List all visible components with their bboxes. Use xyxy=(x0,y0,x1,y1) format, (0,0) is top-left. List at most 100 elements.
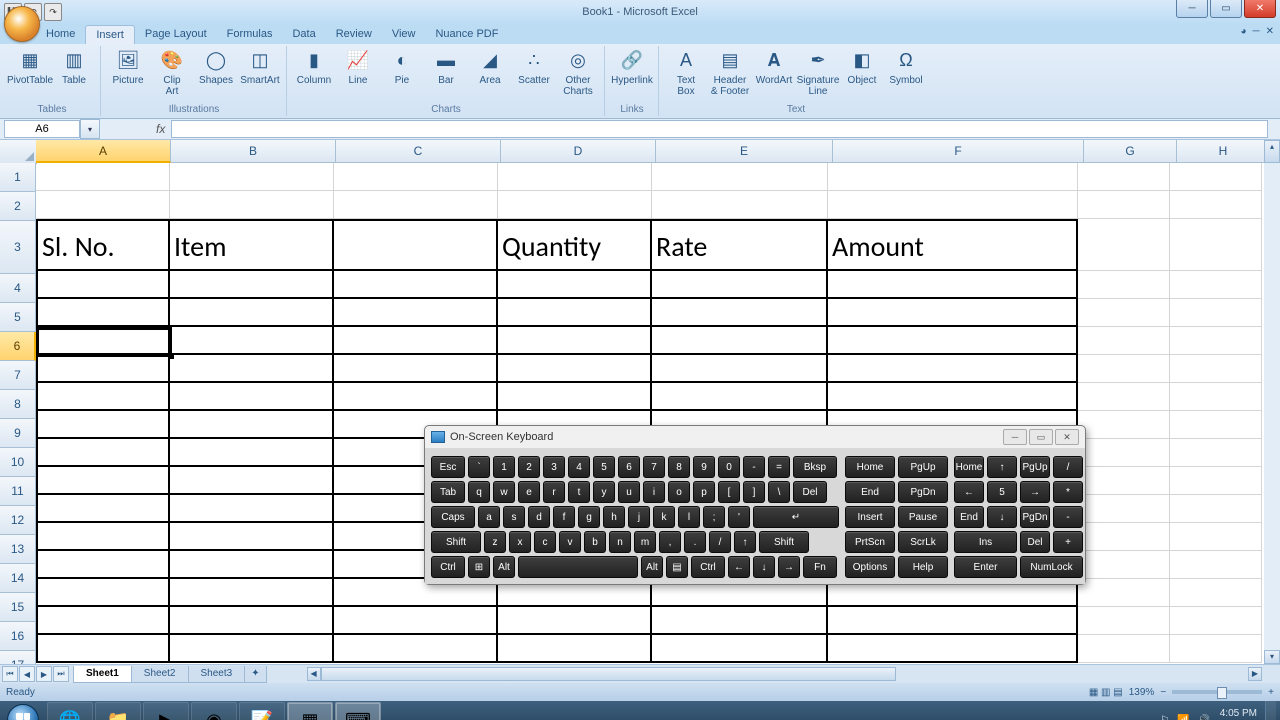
cell-B3[interactable]: Item xyxy=(170,219,334,271)
cell-A14[interactable] xyxy=(36,551,170,579)
cell-A9[interactable] xyxy=(36,411,170,439)
name-box[interactable]: A6 xyxy=(4,120,80,138)
cell-E6[interactable] xyxy=(652,327,828,355)
ribbon-symbol[interactable]: ΩSymbol xyxy=(886,48,926,86)
cell-G6[interactable] xyxy=(1078,327,1170,355)
cell-B17[interactable] xyxy=(170,635,334,663)
cell-B11[interactable] xyxy=(170,467,334,495)
cell-A8[interactable] xyxy=(36,383,170,411)
osk-key[interactable]: r xyxy=(543,481,565,503)
cell-B15[interactable] xyxy=(170,579,334,607)
sheet-nav-last[interactable]: ⏭ xyxy=(53,666,69,682)
osk-key[interactable]: 0 xyxy=(718,456,740,478)
osk-key[interactable]: 3 xyxy=(543,456,565,478)
cell-H1[interactable] xyxy=(1170,163,1262,191)
cell-E5[interactable] xyxy=(652,299,828,327)
tray-flag-icon[interactable]: ⚐ xyxy=(1160,715,1169,720)
osk-key[interactable]: i xyxy=(643,481,665,503)
osk-key[interactable]: 9 xyxy=(693,456,715,478)
cell-D5[interactable] xyxy=(498,299,652,327)
osk-key[interactable]: l xyxy=(678,506,700,528)
osk-key[interactable]: Ins xyxy=(954,531,1017,553)
ribbon-minimize-icon[interactable]: ─ xyxy=(1253,26,1260,37)
osk-key[interactable]: Alt xyxy=(493,556,515,578)
cell-B10[interactable] xyxy=(170,439,334,467)
cell-E2[interactable] xyxy=(652,191,828,219)
ribbon-bar[interactable]: ▬Bar xyxy=(426,48,466,86)
ribbon-text-box[interactable]: ATextBox xyxy=(666,48,706,97)
taskbar-app1-icon[interactable]: 📝 xyxy=(239,702,285,720)
show-desktop-button[interactable] xyxy=(1265,701,1276,720)
osk-key[interactable]: v xyxy=(559,531,581,553)
qat-redo-icon[interactable]: ↷ xyxy=(44,3,62,21)
osk-key[interactable]: d xyxy=(528,506,550,528)
osk-key[interactable]: NumLock xyxy=(1020,556,1083,578)
cell-G8[interactable] xyxy=(1078,383,1170,411)
osk-key[interactable]: Caps xyxy=(431,506,475,528)
cell-G13[interactable] xyxy=(1078,523,1170,551)
sheet-tab-sheet3[interactable]: Sheet3 xyxy=(188,666,246,683)
select-all-corner[interactable] xyxy=(0,140,37,164)
osk-key[interactable]: 2 xyxy=(518,456,540,478)
column-header-H[interactable]: H xyxy=(1177,140,1270,163)
cell-G16[interactable] xyxy=(1078,607,1170,635)
row-header-5[interactable]: 5 xyxy=(0,303,36,332)
cell-E16[interactable] xyxy=(652,607,828,635)
row-header-13[interactable]: 13 xyxy=(0,535,36,564)
cell-D4[interactable] xyxy=(498,271,652,299)
ribbon-tab-view[interactable]: View xyxy=(382,25,426,44)
cell-E8[interactable] xyxy=(652,383,828,411)
cell-D7[interactable] xyxy=(498,355,652,383)
osk-key[interactable]: * xyxy=(1053,481,1083,503)
osk-key[interactable]: Fn xyxy=(803,556,837,578)
sheet-nav-prev[interactable]: ◀ xyxy=(19,666,35,682)
tray-volume-icon[interactable]: 🔊 xyxy=(1198,715,1210,720)
osk-key[interactable]: PgUp xyxy=(1020,456,1050,478)
cell-A17[interactable] xyxy=(36,635,170,663)
osk-key[interactable]: Alt xyxy=(641,556,663,578)
cell-B4[interactable] xyxy=(170,271,334,299)
osk-key[interactable]: Del xyxy=(793,481,827,503)
cell-G1[interactable] xyxy=(1078,163,1170,191)
cell-H17[interactable] xyxy=(1170,635,1262,663)
cell-E1[interactable] xyxy=(652,163,828,191)
zoom-slider[interactable] xyxy=(1172,690,1262,694)
cell-C7[interactable] xyxy=(334,355,498,383)
cell-H10[interactable] xyxy=(1170,439,1262,467)
cell-C4[interactable] xyxy=(334,271,498,299)
row-header-2[interactable]: 2 xyxy=(0,192,36,221)
ribbon-tab-formulas[interactable]: Formulas xyxy=(217,25,283,44)
osk-key[interactable]: ScrLk xyxy=(898,531,948,553)
cell-C2[interactable] xyxy=(334,191,498,219)
ribbon-signature-line[interactable]: ✒SignatureLine xyxy=(798,48,838,97)
osk-key[interactable]: ↓ xyxy=(753,556,775,578)
cell-H14[interactable] xyxy=(1170,551,1262,579)
ribbon-hyperlink[interactable]: 🔗Hyperlink xyxy=(612,48,652,86)
office-button[interactable] xyxy=(4,6,40,42)
ribbon-tab-nuance-pdf[interactable]: Nuance PDF xyxy=(425,25,508,44)
taskbar-excel-icon[interactable]: ▦ xyxy=(287,702,333,720)
osk-key[interactable]: Enter xyxy=(954,556,1017,578)
column-header-C[interactable]: C xyxy=(336,140,501,163)
fx-icon[interactable]: fx xyxy=(156,122,165,136)
close-button[interactable]: ✕ xyxy=(1244,0,1276,18)
cell-G11[interactable] xyxy=(1078,467,1170,495)
row-header-10[interactable]: 10 xyxy=(0,448,36,477)
row-header-11[interactable]: 11 xyxy=(0,477,36,506)
row-header-8[interactable]: 8 xyxy=(0,390,36,419)
row-header-15[interactable]: 15 xyxy=(0,593,36,622)
cell-H15[interactable] xyxy=(1170,579,1262,607)
cell-A5[interactable] xyxy=(36,299,170,327)
cell-B12[interactable] xyxy=(170,495,334,523)
osk-key[interactable]: / xyxy=(1053,456,1083,478)
help-icon[interactable]: ◕ xyxy=(1240,26,1246,37)
osk-key[interactable]: Home xyxy=(845,456,895,478)
zoom-in-button[interactable]: + xyxy=(1268,687,1274,698)
cell-A6[interactable] xyxy=(36,327,170,355)
osk-key[interactable]: 1 xyxy=(493,456,515,478)
column-header-D[interactable]: D xyxy=(501,140,656,163)
cell-D16[interactable] xyxy=(498,607,652,635)
tray-clock[interactable]: 4:05 PM 7/9/2014 xyxy=(1218,708,1257,720)
osk-key[interactable]: Shift xyxy=(759,531,809,553)
osk-key[interactable]: Insert xyxy=(845,506,895,528)
